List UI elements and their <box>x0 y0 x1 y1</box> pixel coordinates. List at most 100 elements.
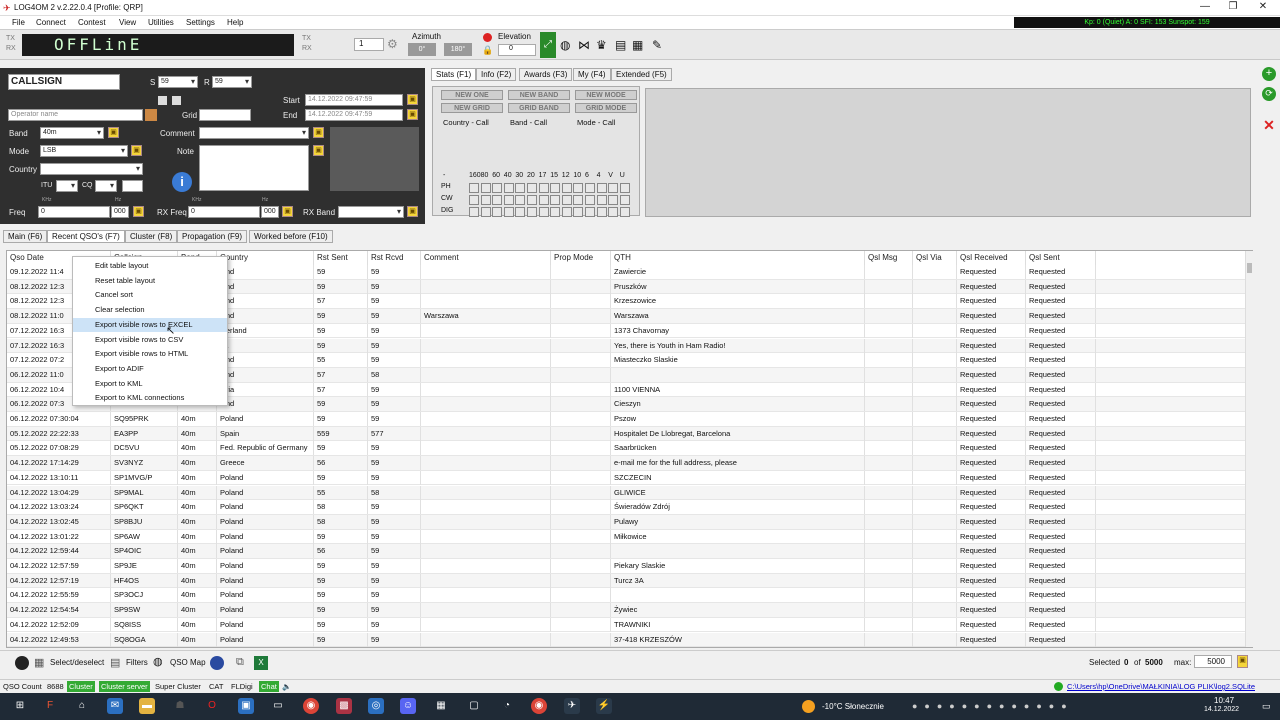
tab-worked-before[interactable]: Worked before (F10) <box>249 230 333 243</box>
menu-export-csv[interactable]: Export visible rows to CSV <box>73 333 227 347</box>
chrome-icon-2[interactable]: ◉ <box>531 698 547 714</box>
mail-icon[interactable]: ✉ <box>107 698 123 714</box>
app-badge-icon[interactable]: ▣ <box>238 698 254 714</box>
checkers-icon[interactable]: ▩ <box>336 698 352 714</box>
info-icon[interactable]: i <box>172 172 192 192</box>
freq-lock-icon[interactable]: ▣ <box>133 206 144 217</box>
menu-export-kml-connections[interactable]: Export to KML connections <box>73 391 227 405</box>
menu-export-excel[interactable]: Export visible rows to EXCEL <box>73 317 227 332</box>
start-datetime[interactable]: 14.12.2022 09:47:59 <box>305 94 403 106</box>
tab-extended[interactable]: Extended (F5) <box>611 68 672 81</box>
tab-info[interactable]: Info (F2) <box>476 68 517 81</box>
table-row[interactable]: 04.12.2022 12:52:09 SQ8ISS 40m Poland 59 59 TR… <box>7 617 1247 633</box>
rx-freq-lock-icon[interactable]: ▣ <box>282 206 293 217</box>
tab-awards[interactable]: Awards (F3) <box>519 68 573 81</box>
menu-export-adif[interactable]: Export to ADIF <box>73 362 227 376</box>
refresh-icon[interactable]: ⟳ <box>1262 87 1276 101</box>
satellite-icon[interactable]: ⋈ <box>578 38 590 52</box>
map-globe-icon[interactable]: ◍ <box>153 655 163 668</box>
window-icon[interactable]: ⧉ <box>236 656 244 669</box>
table-row[interactable]: 04.12.2022 13:01:22 SP6AW 40m Poland 59 59 Mił… <box>7 529 1247 545</box>
qsl-checkbox-1[interactable] <box>158 96 167 105</box>
band-select[interactable]: 40m <box>40 127 104 139</box>
excel-icon[interactable]: X <box>254 656 268 670</box>
column-header[interactable]: QTH <box>611 251 865 265</box>
display-icon[interactable]: ▢ <box>466 698 482 714</box>
column-header[interactable]: Rst Sent <box>314 251 368 265</box>
super-cluster-status[interactable]: Super Cluster <box>155 681 201 692</box>
chrome-icon[interactable]: ◉ <box>303 698 319 714</box>
qso-map-button[interactable]: QSO Map <box>170 658 206 667</box>
chat-status[interactable]: Chat <box>259 681 279 692</box>
operator-book-icon[interactable] <box>145 109 157 121</box>
cat-status[interactable]: CAT <box>209 681 223 692</box>
opera-icon[interactable]: O <box>204 698 220 714</box>
tab-stats[interactable]: Stats (F1) <box>431 68 477 81</box>
menu-settings[interactable]: Settings <box>186 18 215 27</box>
column-header[interactable]: Comment <box>421 251 551 265</box>
speedometer-icon[interactable]: ◔ <box>499 698 515 714</box>
table-scrollbar[interactable] <box>1245 251 1253 647</box>
menu-view[interactable]: View <box>119 18 136 27</box>
column-header[interactable]: Qsl Received <box>957 251 1026 265</box>
menu-export-kml[interactable]: Export to KML <box>73 377 227 391</box>
elevation-input[interactable]: 0 <box>498 44 536 56</box>
menu-file[interactable]: File <box>12 18 25 27</box>
filter-icon[interactable]: ▤ <box>110 656 120 669</box>
table-row[interactable]: 04.12.2022 13:10:11 SP1MVG/P 40m Poland 59 59… <box>7 470 1247 486</box>
rotator-icon[interactable]: ⤢ <box>540 32 556 58</box>
operator-input[interactable]: Operator name <box>8 109 143 121</box>
folder-icon[interactable]: ▬ <box>139 698 155 714</box>
delete-icon[interactable]: ✕ <box>1262 118 1276 133</box>
terminal-icon[interactable]: ▭ <box>270 698 286 714</box>
keyboard-icon[interactable]: ▦ <box>632 38 643 52</box>
column-header[interactable]: Qsl Via <box>913 251 957 265</box>
tab-my[interactable]: My (F4) <box>573 68 611 81</box>
tab-propagation[interactable]: Propagation (F9) <box>177 230 248 243</box>
award-icon[interactable]: ♛ <box>596 38 607 52</box>
table-row[interactable]: 04.12.2022 13:03:24 SP6QKT 40m Poland 58 59 Św… <box>7 500 1247 515</box>
scroll-thumb[interactable] <box>1247 263 1252 273</box>
globe-icon[interactable]: ◍ <box>560 38 570 52</box>
table-row[interactable]: 04.12.2022 12:57:59 SP9JE 40m Poland 59 59 Pie… <box>7 559 1247 574</box>
rx-freq-input[interactable]: 0 <box>188 206 260 218</box>
menu-edit-table-layout[interactable]: Edit table layout <box>73 259 227 273</box>
start-lock-icon[interactable]: ▣ <box>407 94 418 105</box>
gear-icon[interactable]: ⚙ <box>387 37 398 51</box>
select-deselect-button[interactable]: Select/deselect <box>50 658 104 667</box>
qsl-checkbox-2[interactable] <box>172 96 181 105</box>
mode-lock-icon[interactable]: ▣ <box>131 145 142 156</box>
rx-band-lock-icon[interactable]: ▣ <box>407 206 418 217</box>
menu-export-html[interactable]: Export visible rows to HTML <box>73 347 227 361</box>
freq-hz-input[interactable]: 000 <box>111 206 129 218</box>
cluster-status[interactable]: Cluster <box>67 681 95 692</box>
column-header[interactable]: Prop Mode <box>551 251 611 265</box>
band-lock-icon[interactable]: ▣ <box>108 127 119 138</box>
rst-sent-select[interactable]: 59 <box>158 76 198 88</box>
rst-rcvd-select[interactable]: 59 <box>212 76 252 88</box>
tab-main[interactable]: Main (F6) <box>3 230 48 243</box>
speaker-icon[interactable]: 🔈 <box>282 681 291 692</box>
note-textarea[interactable] <box>199 145 309 191</box>
log4om-taskbar-icon[interactable]: ✈ <box>564 698 580 714</box>
database-path[interactable]: C:\Users\hp\OneDrive\MAŁKINIA\LOG PLIK\l… <box>1067 681 1255 692</box>
table-row[interactable]: 04.12.2022 13:02:45 SP8BJU 40m Poland 58 59 Pu… <box>7 514 1247 530</box>
table-row[interactable]: 05.12.2022 22:22:33 EA3PP 40m Spain 559 577 Ho… <box>7 426 1247 442</box>
note-lock-icon[interactable]: ▣ <box>313 145 324 156</box>
table-row[interactable]: 04.12.2022 12:54:54 SP9SW 40m Poland 59 59 Żyw… <box>7 603 1247 618</box>
power-icon[interactable] <box>15 656 29 670</box>
world-icon[interactable] <box>210 656 224 670</box>
menu-contest[interactable]: Contest <box>78 18 106 27</box>
tab-recent-qsos[interactable]: Recent QSO's (F7) <box>47 230 125 243</box>
table-row[interactable]: 06.12.2022 07:30:04 SQ95PRK 40m Poland 59 59 P… <box>7 412 1247 427</box>
filters-button[interactable]: Filters <box>126 658 148 667</box>
column-header[interactable]: Country <box>217 251 314 265</box>
mode-select[interactable]: LSB <box>40 145 128 157</box>
itu-select[interactable] <box>56 180 78 192</box>
gaming-icon[interactable]: ☗ <box>172 698 188 714</box>
azimuth-long[interactable]: 180° <box>444 43 472 56</box>
table-row[interactable]: 04.12.2022 17:14:29 SV3NYZ 40m Greece 56 59 e-… <box>7 456 1247 471</box>
menu-help[interactable]: Help <box>227 18 243 27</box>
start-menu-icon[interactable]: ⊞ <box>12 698 28 714</box>
home-icon[interactable]: ⌂ <box>74 698 90 714</box>
